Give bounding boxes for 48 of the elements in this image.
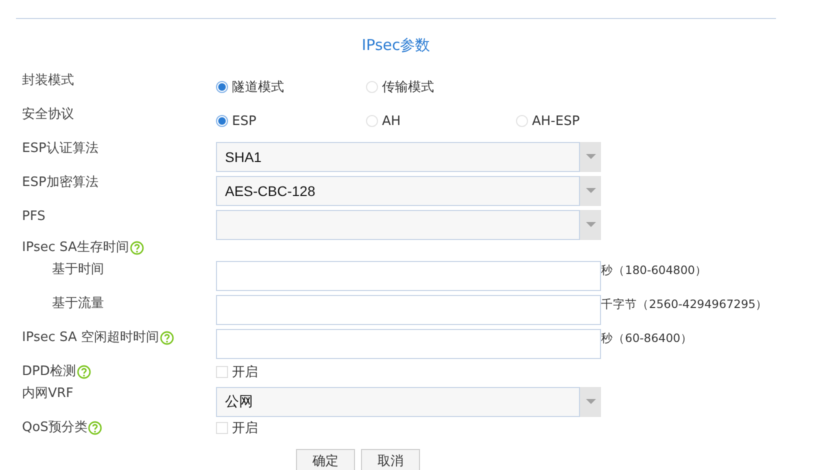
field-label: PFS — [22, 209, 46, 225]
caret-icon — [586, 188, 596, 194]
cancel-button[interactable]: 取消 — [361, 449, 420, 470]
confirm-button[interactable]: 确定 — [296, 449, 355, 470]
input-field[interactable] — [216, 261, 601, 291]
input-field[interactable] — [216, 329, 601, 359]
dropdown-button[interactable] — [580, 387, 601, 417]
field-label: 基于时间 — [52, 262, 104, 278]
dropdown-field[interactable]: AES-CBC-128 — [216, 176, 580, 206]
option-label: AH-ESP — [532, 114, 580, 128]
caret-icon — [586, 222, 596, 228]
caret-icon — [586, 399, 596, 405]
help-icon[interactable] — [88, 421, 102, 435]
dropdown-button[interactable] — [580, 176, 601, 206]
dropdown-field[interactable]: 公网 — [216, 387, 580, 417]
field-label: IPsec SA生存时间 — [22, 240, 129, 256]
field-label: 封装模式 — [22, 73, 74, 89]
input-field[interactable] — [216, 295, 601, 325]
field-label: 基于流量 — [52, 296, 104, 312]
dropdown-button[interactable] — [580, 210, 601, 240]
field-label: ESP加密算法 — [22, 175, 98, 191]
option-label: 隧道模式 — [232, 79, 284, 96]
field-label: 安全协议 — [22, 107, 74, 123]
help-icon[interactable] — [160, 331, 174, 345]
option-label: ESP — [232, 114, 256, 128]
field-label: ESP认证算法 — [22, 141, 98, 157]
checkbox[interactable] — [216, 366, 228, 378]
range-hint: 秒（180-604800） — [601, 263, 707, 278]
dropdown-button[interactable] — [580, 142, 601, 172]
field-label: IPsec SA 空闲超时时间 — [22, 330, 160, 346]
dropdown-field[interactable]: SHA1 — [216, 142, 580, 172]
range-hint: 秒（60-86400） — [601, 331, 692, 346]
radio-button[interactable] — [216, 115, 228, 127]
help-icon[interactable] — [76, 365, 91, 379]
caret-icon — [586, 154, 596, 160]
form-title: IPsec参数 — [360, 36, 432, 56]
field-label: 内网VRF — [22, 386, 74, 402]
option-label: 传输模式 — [382, 79, 434, 96]
radio-button[interactable] — [216, 81, 228, 93]
field-label: QoS预分类 — [22, 420, 88, 436]
checkbox-label: 开启 — [232, 420, 258, 437]
range-hint: 千字节（2560-4294967295） — [601, 297, 768, 312]
dropdown-field[interactable] — [216, 210, 580, 240]
help-icon[interactable] — [130, 241, 144, 255]
checkbox[interactable] — [216, 422, 228, 434]
field-label: DPD检测 — [22, 364, 76, 380]
checkbox-label: 开启 — [232, 364, 258, 381]
option-label: AH — [382, 114, 401, 128]
